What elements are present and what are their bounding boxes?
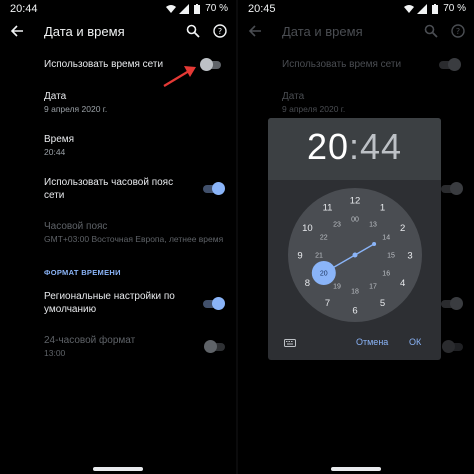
setting-24h-title: 24-часовой формат: [44, 335, 136, 346]
network-time-switch[interactable]: [200, 58, 223, 71]
hour-outer-2[interactable]: 2: [400, 223, 405, 234]
hour-inner-16[interactable]: 16: [382, 271, 390, 278]
setting-date-title: Дата: [44, 91, 67, 102]
network-time-switch: [439, 58, 461, 71]
setting-date: Дата 9 апреля 2020 г.: [282, 90, 345, 115]
settings-screen: 20:44 70 % Дата и время ? Использовать в…: [0, 0, 236, 474]
back-arrow-icon[interactable]: [10, 24, 24, 38]
status-time: 20:45: [248, 3, 276, 15]
battery-icon: [194, 3, 201, 14]
status-icons: 70 %: [404, 3, 466, 14]
setting-network-timezone[interactable]: Использовать часовой пояс сети: [44, 176, 194, 202]
setting-timezone-value: GMT+03:00 Восточная Европа, летнее время: [44, 234, 224, 244]
setting-regional[interactable]: Региональные настройки по умолчанию: [44, 290, 194, 316]
hour-outer-7[interactable]: 7: [325, 298, 330, 309]
hour-inner-18[interactable]: 18: [351, 289, 359, 296]
back-arrow-icon: [248, 25, 261, 37]
hour-inner-15[interactable]: 15: [387, 253, 395, 260]
format24-switch: [442, 340, 465, 353]
hour-outer-9[interactable]: 9: [297, 250, 302, 261]
setting-time[interactable]: Время 20:44: [44, 133, 74, 158]
cancel-button[interactable]: Отмена: [356, 337, 388, 347]
hour-inner-00[interactable]: 00: [351, 217, 359, 224]
hour-outer-6[interactable]: 6: [352, 305, 357, 316]
setting-date[interactable]: Дата 9 апреля 2020 г.: [44, 90, 107, 115]
status-icons: 70 %: [166, 3, 228, 14]
clock-hand-tip: [372, 242, 377, 246]
time-separator: :: [348, 126, 360, 167]
time-picker-screen: 20:45 70 % Дата и время ? Использовать в…: [238, 0, 474, 474]
page-title: Дата и время: [44, 24, 125, 39]
hour-outer-10[interactable]: 10: [302, 223, 313, 234]
ok-button[interactable]: ОК: [409, 337, 421, 347]
time-display: 20:44: [268, 118, 441, 180]
svg-text:?: ?: [456, 27, 460, 36]
wifi-icon: [404, 4, 415, 13]
hour-inner-13[interactable]: 13: [369, 221, 377, 228]
hour-inner-17[interactable]: 17: [369, 284, 377, 291]
hour-inner-19[interactable]: 19: [333, 284, 341, 291]
hours-display[interactable]: 20: [307, 126, 349, 167]
hour-outer-5[interactable]: 5: [380, 298, 385, 309]
setting-network-time[interactable]: Использовать время сети: [44, 58, 163, 71]
toolbar: Дата и время ?: [238, 20, 474, 44]
setting-time-value: 20:44: [44, 147, 66, 157]
hour-outer-1[interactable]: 1: [380, 203, 385, 214]
gesture-bar[interactable]: [93, 467, 143, 471]
help-icon: ?: [451, 24, 465, 38]
regional-switch[interactable]: [203, 297, 225, 310]
setting-regional-label: Региональные настройки по умолчанию: [44, 291, 175, 315]
battery-percent: 70 %: [443, 3, 466, 14]
battery-icon: [432, 3, 439, 14]
clock-dial[interactable]: 121234567891011001314151617181920212223: [288, 188, 422, 322]
regional-switch: [441, 297, 463, 310]
time-readout: 20:44: [268, 126, 441, 168]
toolbar: Дата и время ?: [0, 20, 236, 44]
arrow-annotation-icon: [163, 66, 196, 87]
status-bar: 20:45 70 %: [238, 0, 474, 18]
svg-text:?: ?: [218, 27, 222, 36]
setting-24h-value: 13:00: [44, 348, 66, 358]
status-bar: 20:44 70 %: [0, 0, 236, 18]
hour-inner-22[interactable]: 22: [320, 235, 328, 242]
keyboard-icon[interactable]: [284, 339, 296, 347]
gesture-bar[interactable]: [331, 467, 381, 471]
setting-network-time-label: Использовать время сети: [282, 59, 402, 70]
setting-timezone: Часовой пояс GMT+03:00 Восточная Европа,…: [44, 220, 234, 245]
page-title: Дата и время: [282, 24, 363, 39]
setting-time-title: Время: [44, 134, 75, 145]
network-timezone-switch[interactable]: [203, 182, 225, 195]
search-icon: [424, 24, 438, 38]
setting-date-value: 9 апреля 2020 г.: [44, 104, 108, 114]
help-icon[interactable]: ?: [213, 24, 227, 38]
setting-network-time: Использовать время сети: [282, 58, 401, 71]
hour-inner-23[interactable]: 23: [333, 221, 341, 228]
time-picker-dialog: 20:44 12 1 2 3 4 5 6 7 8 9 10 11 00 13 14 15 16 17 18 19 20 2…: [268, 118, 441, 360]
format24-switch: [204, 340, 227, 353]
signal-icon: [179, 3, 190, 14]
minutes-display[interactable]: 44: [360, 126, 402, 167]
signal-icon: [417, 3, 428, 14]
search-icon[interactable]: [186, 24, 200, 38]
section-time-format: ФОРМАТ ВРЕМЕНИ: [44, 268, 121, 277]
setting-date-value: 9 апреля 2020 г.: [282, 104, 346, 114]
hour-outer-3[interactable]: 3: [407, 250, 412, 261]
hour-inner-21[interactable]: 21: [315, 253, 323, 260]
battery-percent: 70 %: [205, 3, 228, 14]
hour-inner-14[interactable]: 14: [382, 235, 390, 242]
network-timezone-switch: [441, 182, 463, 195]
setting-date-title: Дата: [282, 91, 305, 102]
hour-outer-11[interactable]: 11: [323, 203, 333, 214]
setting-timezone-title: Часовой пояс: [44, 221, 108, 232]
hour-inner-20[interactable]: 20: [320, 271, 328, 278]
setting-network-timezone-label: Использовать часовой пояс сети: [44, 177, 174, 201]
hour-outer-4[interactable]: 4: [400, 278, 405, 289]
setting-24h-format: 24-часовой формат 13:00: [44, 334, 135, 359]
hour-outer-12[interactable]: 12: [350, 195, 361, 206]
clock-center: [352, 252, 358, 258]
hour-outer-8[interactable]: 8: [305, 278, 310, 289]
setting-network-time-label: Использовать время сети: [44, 59, 164, 70]
status-time: 20:44: [10, 3, 38, 15]
wifi-icon: [166, 4, 177, 13]
